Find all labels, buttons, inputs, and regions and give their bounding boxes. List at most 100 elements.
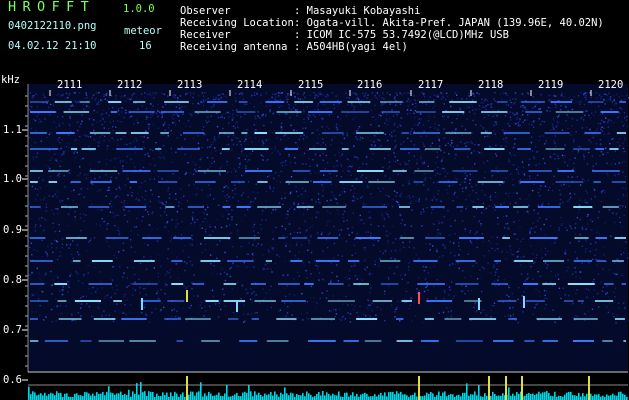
noise-dot [617,116,619,118]
noise-dot [44,283,46,285]
noise-dot [373,239,376,241]
noise-dot [290,237,292,239]
noise-dot [203,133,205,136]
noise-dot [204,92,206,94]
noise-dot [461,125,463,127]
noise-dot [537,271,539,273]
noise-dot [450,225,452,227]
noise-dot [69,208,71,210]
noise-dot [341,191,343,193]
noise-dot [332,295,334,297]
noise-dot [481,183,484,185]
noise-dot [451,121,453,124]
noise-dot [569,225,571,227]
noise-dot [52,195,54,197]
noise-dot [107,223,109,225]
noise-dot [144,180,146,182]
meter-bar [586,393,588,400]
noise-dot [315,201,317,203]
meter-bar [572,395,574,400]
meter-bar [174,391,176,400]
noise-dot [487,114,490,117]
noise-dot [235,170,237,173]
noise-dot [207,195,209,198]
noise-dot [508,228,510,230]
noise-dot [357,130,359,132]
noise-dot [426,285,429,287]
noise-dot [312,132,314,134]
noise-dot [423,163,425,166]
noise-dot [192,173,195,176]
noise-dot [480,124,482,127]
meter-bar [170,392,172,400]
noise-dot [599,139,602,141]
noise-dot [468,194,471,196]
signal-segment [200,260,221,262]
signal-segment [491,283,508,285]
noise-dot [181,106,183,108]
noise-dot [317,95,319,97]
noise-dot [416,162,418,165]
signal-segment [419,101,435,103]
noise-dot [164,283,167,285]
noise-dot [30,273,32,275]
noise-dot [260,154,263,156]
noise-dot [274,262,277,265]
noise-dot [106,294,109,297]
noise-dot [505,104,508,106]
signal-segment [623,340,626,342]
noise-dot [414,124,416,126]
noise-dot [349,321,352,323]
noise-dot [114,196,117,198]
noise-dot [438,139,440,141]
noise-dot [308,262,311,265]
noise-dot [177,97,179,99]
noise-dot [209,194,211,196]
meter-bar [382,395,384,400]
noise-dot [61,116,64,118]
noise-dot [606,292,608,294]
noise-dot [284,228,287,230]
noise-dot [258,140,260,142]
noise-dot [552,309,554,311]
noise-dot [52,279,55,281]
noise-dot [418,118,420,120]
noise-dot [85,177,88,180]
signal-segment [116,148,143,150]
noise-dot [389,165,391,168]
noise-dot [237,200,239,202]
noise-dot [224,251,226,254]
noise-dot [522,110,524,112]
noise-dot [70,130,72,132]
signal-segment [310,318,335,320]
noise-dot [482,102,484,104]
noise-dot [351,185,354,187]
noise-dot [206,204,208,206]
meter-bar [362,393,364,400]
noise-dot [77,129,79,132]
noise-dot [350,189,352,191]
meter-bar [284,387,286,400]
signal-segment [72,260,81,262]
meter-bar [366,393,368,400]
noise-dot [196,219,198,221]
noise-dot [345,240,348,243]
noise-dot [614,150,616,152]
noise-dot [72,100,74,102]
noise-dot [172,173,174,175]
noise-dot [83,220,85,222]
noise-dot [191,238,194,241]
noise-dot [620,120,623,123]
signal-segment [619,101,626,103]
noise-dot [80,303,83,305]
noise-dot [178,104,181,106]
noise-dot [502,129,504,132]
noise-dot [56,196,58,198]
noise-dot [476,92,478,94]
noise-dot [225,197,227,199]
noise-dot [470,200,472,202]
noise-dot [191,282,193,284]
noise-dot [302,163,305,165]
noise-dot [148,235,150,237]
noise-dot [54,193,56,196]
